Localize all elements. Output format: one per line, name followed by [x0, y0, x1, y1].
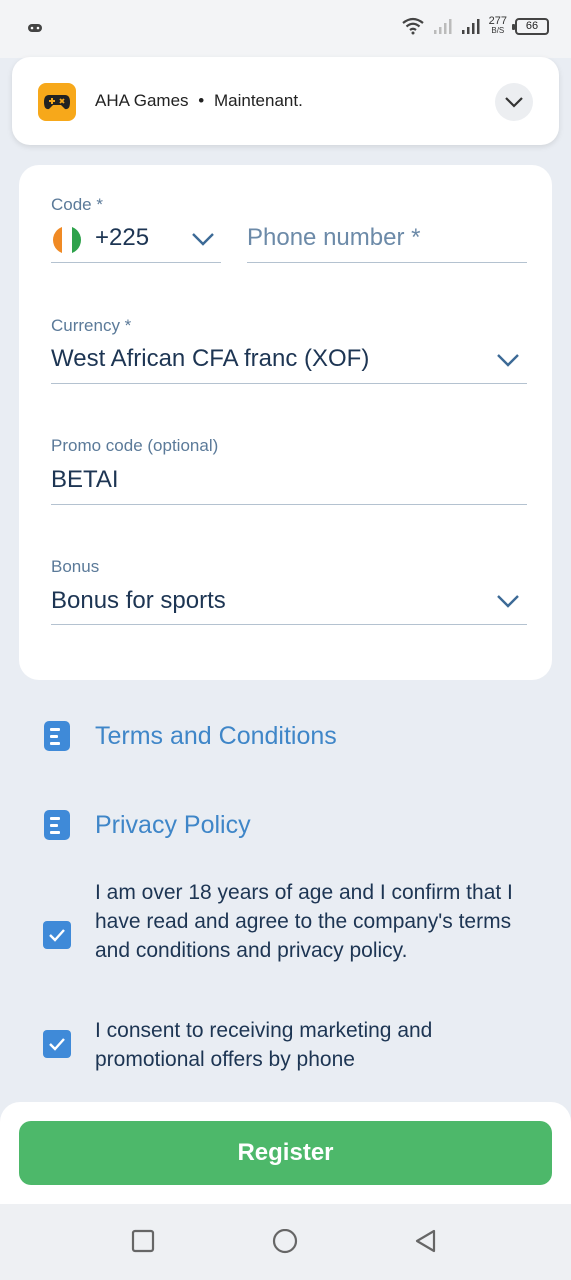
game-controller-icon [44, 95, 70, 110]
notification-time: Maintenant. [213, 91, 303, 110]
app-icon [38, 83, 76, 121]
expand-notification-button[interactable] [495, 83, 533, 121]
notification-text: AHA Games • Maintenant. [95, 91, 303, 111]
privacy-link-label[interactable]: Privacy Policy [95, 811, 251, 840]
signal-strong-icon [461, 19, 480, 34]
marketing-consent-text: I consent to receiving marketing and pro… [95, 1019, 433, 1071]
net-speed-unit: B/S [491, 26, 505, 35]
signal-weak-icon [433, 19, 452, 34]
net-speed-value: 277 [488, 15, 507, 27]
system-nav-bar [0, 1204, 571, 1280]
currency-underline [51, 383, 527, 384]
bonus-underline [51, 624, 527, 625]
document-icon [44, 810, 70, 840]
marketing-consent-checkbox[interactable] [43, 1030, 71, 1058]
register-button[interactable]: Register [19, 1121, 552, 1185]
promo-code-label: Promo code (optional) [51, 436, 219, 455]
chevron-down-icon [505, 97, 523, 108]
checkmark-icon [49, 929, 65, 942]
document-icon [44, 721, 70, 751]
code-label: Code * [51, 195, 103, 214]
net-speed: 277 B/S [488, 15, 507, 36]
notification-card[interactable]: AHA Games • Maintenant. [12, 57, 559, 145]
age-consent-text: I am over 18 years of age and I confirm … [95, 881, 513, 962]
terms-link-label[interactable]: Terms and Conditions [95, 722, 337, 751]
bonus-chevron-down-icon[interactable] [496, 594, 520, 608]
country-code-select[interactable] [51, 262, 221, 263]
phone-number-input[interactable]: Phone number * [247, 224, 420, 252]
code-chevron-down-icon[interactable] [191, 232, 215, 246]
back-icon[interactable] [414, 1229, 438, 1255]
currency-chevron-down-icon[interactable] [496, 353, 520, 367]
currency-select[interactable]: West African CFA franc (XOF) [51, 345, 369, 373]
ivory-coast-flag-icon [53, 226, 81, 254]
country-code-value: +225 [95, 224, 150, 251]
phone-number-underline [247, 262, 527, 263]
bonus-select[interactable]: Bonus for sports [51, 587, 226, 615]
gamepad-icon [28, 24, 42, 32]
bonus-label: Bonus [51, 557, 100, 576]
battery-indicator: 66 [512, 17, 549, 35]
promo-code-input[interactable]: BETAI [51, 466, 119, 494]
notification-separator: • [198, 91, 205, 110]
checkmark-icon [49, 1038, 65, 1051]
recent-apps-icon[interactable] [131, 1229, 155, 1253]
home-icon[interactable] [272, 1229, 298, 1255]
terms-link[interactable]: Terms and Conditions [44, 721, 337, 751]
notification-app-name: AHA Games [95, 91, 189, 110]
privacy-link[interactable]: Privacy Policy [44, 810, 251, 840]
wifi-icon [401, 17, 424, 35]
promo-code-underline [51, 504, 527, 505]
currency-label: Currency * [51, 316, 132, 335]
status-bar: 277 B/S 66 [0, 0, 571, 58]
age-consent-checkbox[interactable] [43, 921, 71, 949]
registration-form: Code * +225 Phone number * Currency * We… [19, 165, 552, 680]
